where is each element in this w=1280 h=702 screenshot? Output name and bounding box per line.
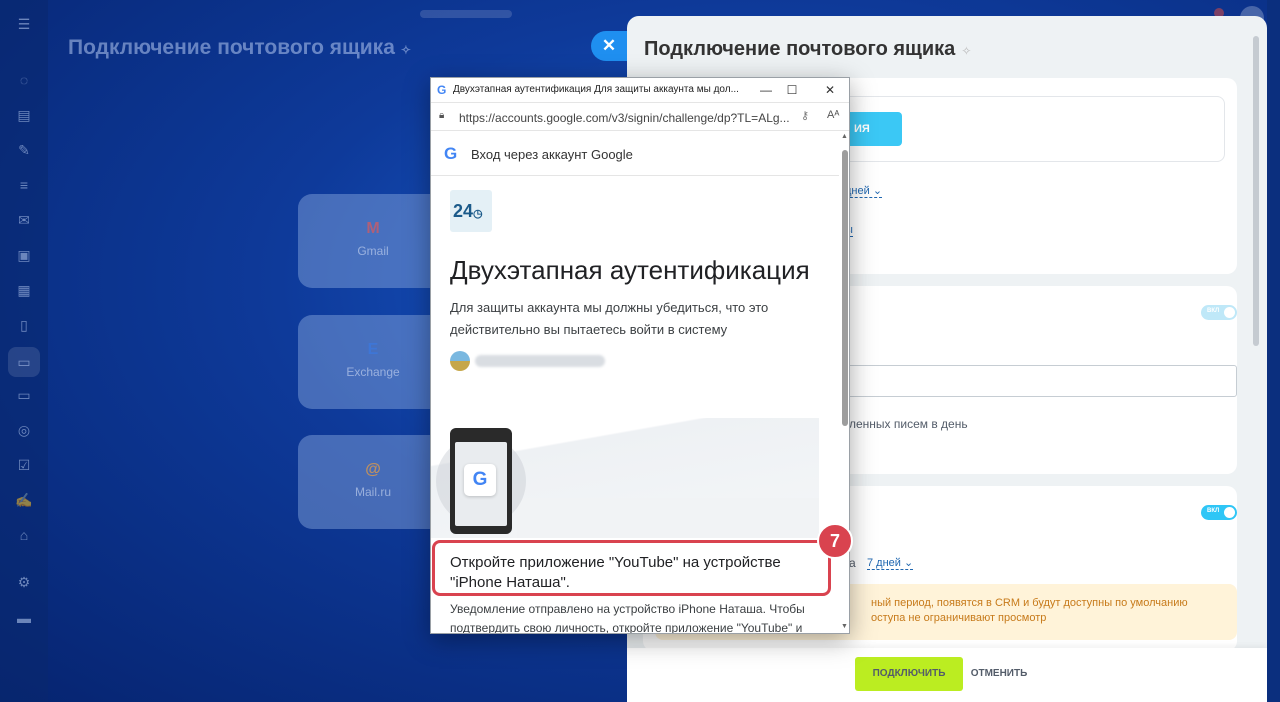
- google-signin-header: G Вход через аккаунт Google: [431, 131, 839, 176]
- mail-icon[interactable]: ✉: [14, 210, 34, 230]
- exchange-icon: E: [367, 341, 379, 358]
- page-description: Для защиты аккаунта мы должны убедиться,…: [450, 300, 769, 337]
- period-7-days-dropdown[interactable]: 7 дней ⌄: [867, 556, 914, 570]
- calendar-icon[interactable]: ▦: [14, 280, 34, 300]
- sidebar-icon-3[interactable]: ✎: [14, 140, 34, 160]
- top-search-bar: [420, 10, 512, 18]
- sidebar-icon-1[interactable]: ◌: [14, 70, 34, 90]
- contacts-icon[interactable]: ◎: [14, 420, 34, 440]
- mail-service-card-mailru[interactable]: @ Mail.ru: [298, 435, 448, 529]
- cancel-button[interactable]: ОТМЕНИТЬ: [969, 657, 1029, 691]
- document-icon[interactable]: ▯: [14, 315, 34, 335]
- sidebar-icon-14[interactable]: ⌂: [14, 525, 34, 545]
- panel-title: Подключение почтового ящика ✧: [644, 38, 972, 60]
- maximize-icon[interactable]: ☐: [783, 81, 801, 99]
- notification-sent-text: Уведомление отправлено на устройство iPh…: [450, 602, 805, 634]
- scroll-up-icon[interactable]: ▲: [841, 133, 848, 140]
- close-icon[interactable]: ✕: [821, 81, 839, 99]
- chat-icon[interactable]: ▭: [8, 347, 40, 377]
- minimize-icon[interactable]: —: [757, 81, 775, 99]
- sidebar-icon-10[interactable]: ▭: [14, 385, 34, 405]
- mail-service-card-gmail[interactable]: M Gmail: [298, 194, 448, 288]
- connect-service-button[interactable]: ИЯ: [846, 112, 902, 146]
- bitrix24-logo: 24◷: [450, 190, 492, 232]
- url-text: https://accounts.google.com/v3/signin/ch…: [459, 111, 789, 125]
- lock-icon: 🔒︎: [439, 110, 445, 121]
- page-heading: Двухэтапная аутентификация: [450, 255, 810, 285]
- crm-toggle[interactable]: ВКЛ: [1201, 505, 1237, 520]
- scroll-down-icon[interactable]: ▼: [841, 623, 848, 630]
- popup-scrollbar[interactable]: ▲ ▼: [839, 131, 849, 633]
- card-label: Mail.ru: [354, 485, 391, 499]
- card-label: Gmail: [357, 244, 389, 258]
- mailru-icon: @: [365, 461, 381, 478]
- background-page-title: Подключение почтового ящика ✧: [68, 36, 411, 59]
- sidebar-icon-4[interactable]: ≡: [14, 175, 34, 195]
- scrollbar-thumb[interactable]: [842, 150, 848, 426]
- gmail-icon: M: [366, 220, 380, 237]
- sidebar-icon-16[interactable]: ▬: [14, 608, 34, 628]
- address-bar[interactable]: 🔒︎ https://accounts.google.com/v3/signin…: [431, 103, 849, 131]
- google-icon: G: [437, 83, 447, 97]
- period-label: а: [849, 556, 856, 570]
- illustration-shape: [517, 498, 819, 538]
- sign-icon[interactable]: ✍: [14, 490, 34, 510]
- pin-icon[interactable]: ✧: [961, 44, 971, 58]
- window-titlebar[interactable]: G Двухэтапная аутентификация Для защиты …: [431, 78, 849, 103]
- google-app-icon: G: [464, 464, 496, 496]
- limit-label: ленных писем в день: [849, 417, 968, 431]
- sidebar-icon-6[interactable]: ▣: [14, 245, 34, 265]
- warning-text-1: ный период, появятся в CRM и будут досту…: [871, 597, 1188, 609]
- limit-toggle[interactable]: ВКЛ: [1201, 305, 1237, 320]
- warning-text-2: оступа не ограничивают просмотр: [871, 612, 1047, 624]
- period-dropdown[interactable]: дней ⌄: [845, 184, 883, 198]
- settings-icon[interactable]: ⚙: [14, 572, 34, 592]
- key-icon[interactable]: ⚷: [801, 109, 809, 122]
- close-panel-button[interactable]: ✕: [591, 31, 627, 61]
- menu-icon[interactable]: ☰: [14, 14, 34, 34]
- account-avatar: [450, 351, 470, 371]
- tasks-icon[interactable]: ☑: [14, 455, 34, 475]
- panel-footer: ПОДКЛЮЧИТЬ ОТМЕНИТЬ: [627, 648, 1267, 702]
- left-sidebar: ☰ ◌ ▤ ✎ ≡ ✉ ▣ ▦ ▯ ▭ ▭ ◎ ☑ ✍ ⌂ ⚙ ▬: [0, 0, 48, 702]
- panel-scrollbar[interactable]: [1253, 36, 1259, 346]
- reader-mode-icon[interactable]: Aᴬ: [827, 109, 839, 121]
- card-label: Exchange: [346, 365, 400, 379]
- step-number-badge: 7: [817, 523, 853, 559]
- pin-icon: ✧: [400, 43, 411, 57]
- right-edge: [1267, 0, 1280, 702]
- sidebar-icon-2[interactable]: ▤: [14, 105, 34, 125]
- google-logo-icon: G: [444, 144, 458, 163]
- account-email-blurred[interactable]: [475, 355, 605, 367]
- annotation-highlight-box: [432, 540, 831, 596]
- mail-service-card-exchange[interactable]: E Exchange: [298, 315, 448, 409]
- connect-button[interactable]: ПОДКЛЮЧИТЬ: [855, 657, 963, 691]
- window-title: Двухэтапная аутентификация Для защиты ак…: [453, 84, 739, 95]
- google-signin-label: Вход через аккаунт Google: [471, 147, 633, 162]
